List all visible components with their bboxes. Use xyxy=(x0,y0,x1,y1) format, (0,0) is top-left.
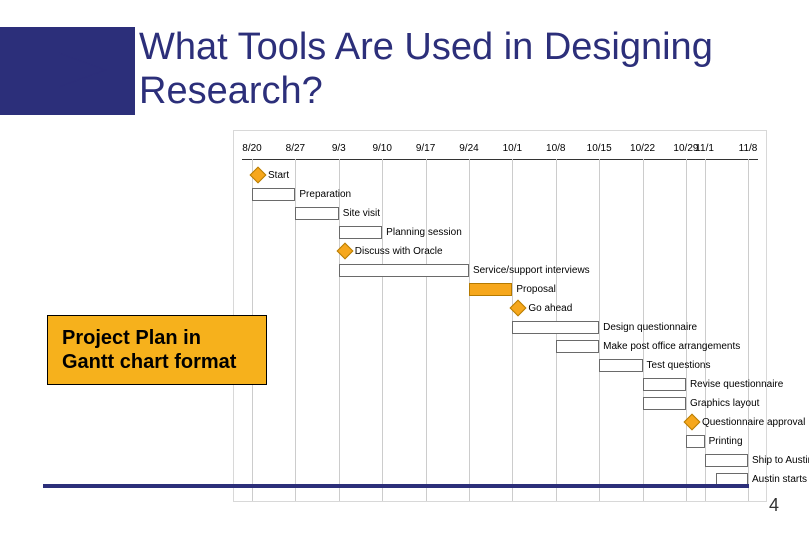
task-label: Start xyxy=(268,170,289,181)
date-label: 10/15 xyxy=(587,143,612,154)
milestone-icon xyxy=(683,414,700,431)
date-label: 10/22 xyxy=(630,143,655,154)
axis-line xyxy=(242,159,758,160)
task-label: Service/support interviews xyxy=(473,265,590,276)
gantt-task: Revise questionnaire xyxy=(643,378,784,391)
gantt-task: Questionnaire approval xyxy=(686,416,805,428)
gantt-task: Graphics layout xyxy=(643,397,760,410)
callout-box: Project Plan in Gantt chart format xyxy=(47,315,267,385)
gantt-task: Proposal xyxy=(469,283,556,296)
task-bar xyxy=(556,340,599,353)
task-label: Graphics layout xyxy=(690,398,759,409)
footer-rule xyxy=(43,484,749,488)
task-bar xyxy=(643,397,686,410)
milestone-icon xyxy=(510,300,527,317)
task-bar xyxy=(512,321,599,334)
date-label: 10/1 xyxy=(503,143,522,154)
task-bar xyxy=(295,207,338,220)
gantt-task: Go ahead xyxy=(512,302,572,314)
task-bar xyxy=(252,188,295,201)
gantt-task: Service/support interviews xyxy=(339,264,590,277)
gantt-task: Site visit xyxy=(295,207,380,220)
task-label: Test questions xyxy=(647,360,711,371)
task-bar xyxy=(643,378,686,391)
task-label: Revise questionnaire xyxy=(690,379,783,390)
date-label: 9/3 xyxy=(332,143,346,154)
task-label: Design questionnaire xyxy=(603,322,697,333)
task-label: Ship to Austin xyxy=(752,455,809,466)
task-label: Preparation xyxy=(299,189,351,200)
gantt-task: Design questionnaire xyxy=(512,321,697,334)
arrow-icon xyxy=(56,50,110,90)
milestone-icon xyxy=(336,243,353,260)
task-label: Questionnaire approval xyxy=(702,417,805,428)
task-label: Planning session xyxy=(386,227,462,238)
milestone-icon xyxy=(250,167,267,184)
task-label: Make post office arrangements xyxy=(603,341,740,352)
gantt-task: Make post office arrangements xyxy=(556,340,741,353)
gantt-task: Ship to Austin xyxy=(705,454,809,467)
date-label: 11/1 xyxy=(695,143,714,154)
task-label: Austin starts postcards xyxy=(752,474,809,485)
gridline xyxy=(748,159,749,501)
date-label: 9/17 xyxy=(416,143,435,154)
task-label: Site visit xyxy=(343,208,380,219)
task-bar xyxy=(599,359,642,372)
gantt-task: Planning session xyxy=(339,226,462,239)
task-bar xyxy=(339,264,469,277)
task-bar xyxy=(339,226,382,239)
task-bar xyxy=(705,454,748,467)
gantt-task: Preparation xyxy=(252,188,351,201)
gridline xyxy=(469,159,470,501)
date-label: 9/10 xyxy=(372,143,391,154)
gridline xyxy=(426,159,427,501)
gantt-task: Start xyxy=(252,169,289,181)
task-label: Go ahead xyxy=(528,303,572,314)
page-number: 4 xyxy=(769,495,779,516)
gantt-task: Test questions xyxy=(599,359,710,372)
task-label: Proposal xyxy=(516,284,555,295)
date-label: 10/8 xyxy=(546,143,565,154)
task-bar xyxy=(686,435,705,448)
gridline xyxy=(382,159,383,501)
task-label: Printing xyxy=(709,436,743,447)
date-label: 8/20 xyxy=(242,143,261,154)
task-bar xyxy=(469,283,512,296)
date-label: 8/27 xyxy=(286,143,305,154)
task-label: Discuss with Oracle xyxy=(355,246,443,257)
gantt-task: Discuss with Oracle xyxy=(339,245,443,257)
gantt-task: Printing xyxy=(686,435,743,448)
gridline xyxy=(705,159,706,501)
date-label: 9/24 xyxy=(459,143,478,154)
date-axis: 8/20 8/27 9/3 9/10 9/17 9/24 10/1 10/8 10/15 10/2… xyxy=(234,143,766,157)
date-label: 11/8 xyxy=(739,143,758,154)
slide-title: What Tools Are Used in Designing Researc… xyxy=(135,23,809,117)
gantt-chart: 8/20 8/27 9/3 9/10 9/17 9/24 10/1 10/8 10/15 10/2… xyxy=(233,130,767,502)
